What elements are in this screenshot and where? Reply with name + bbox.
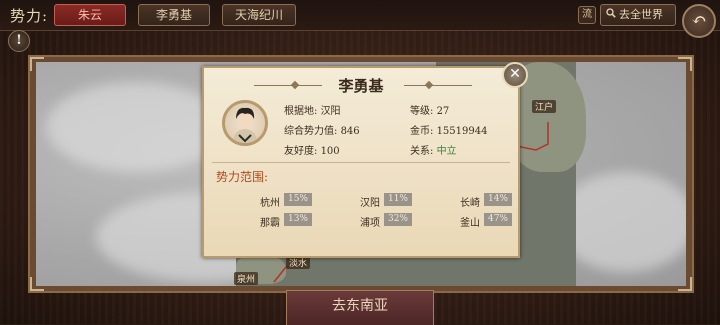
base-label: 根据地: [284,106,318,117]
city-label-quanzhou[interactable]: 泉州 [234,272,259,285]
tab-faction-3[interactable]: 天海纪川 [222,4,296,26]
tab-faction-2[interactable]: 李勇基 [138,4,210,26]
frame-corner [678,277,692,291]
region-name: 长崎 [460,198,480,209]
region-name: 那霸 [260,218,280,229]
relation-value: 中立 [436,146,457,157]
gold-row: 金币: 15519944 [410,122,487,137]
gold-label: 金币: [410,126,434,137]
region-name: 汉阳 [360,198,380,209]
level-row: 等级: 27 [410,102,449,117]
frame-corner [30,57,44,71]
faction-info-popup: 李勇基 ✕ 根据地: 汉阳 等级: 27 综合势力值: 846 金币: 1551… [202,62,528,258]
search-icon [606,5,616,25]
title-ornament [404,85,472,86]
avatar [222,100,268,146]
go-southeast-asia-button[interactable]: 去东南亚 [286,290,434,325]
stream-button[interactable]: 流 [578,6,596,24]
go-world-label: 去全世界 [619,8,663,21]
region-name: 浦项 [360,218,380,229]
region-name: 杭州 [260,198,280,209]
region-percent: 32% [384,213,412,226]
go-world-button[interactable]: 去全世界 [600,4,676,26]
region-percent: 47% [484,213,512,226]
frame-corner [30,277,44,291]
range-title: 势力范围: [216,170,269,184]
level-value: 27 [436,106,450,117]
divider [212,162,510,163]
favor-label: 友好度: [284,146,318,157]
tab-faction-1[interactable]: 朱云 [54,4,126,26]
frame-corner [678,57,692,71]
close-icon[interactable]: ✕ [502,62,528,88]
region-percent: 14% [484,193,512,206]
favor-row: 友好度: 100 [284,142,340,157]
exclamation-icon[interactable]: ! [8,30,30,52]
back-arrow-icon[interactable]: ↶ [682,4,716,38]
power-value: 846 [340,126,360,137]
gold-value: 15519944 [436,126,488,137]
power-label: 综合势力值: [284,126,338,137]
region-percent: 11% [384,193,412,206]
region-name: 釜山 [460,218,480,229]
region-percent: 15% [284,193,312,206]
relation-row: 关系: 中立 [410,142,457,157]
region-percent: 13% [284,213,312,226]
top-bar: 势力: 朱云 李勇基 天海纪川 流 去全世界 [0,0,720,31]
faction-label: 势力: [10,7,49,25]
level-label: 等级: [410,106,434,117]
favor-value: 100 [320,146,340,157]
power-row: 综合势力值: 846 [284,122,360,137]
base-row: 根据地: 汉阳 [284,102,341,117]
city-label-edo[interactable]: 江户 [532,100,557,113]
relation-label: 关系: [410,146,434,157]
base-value: 汉阳 [320,106,341,117]
